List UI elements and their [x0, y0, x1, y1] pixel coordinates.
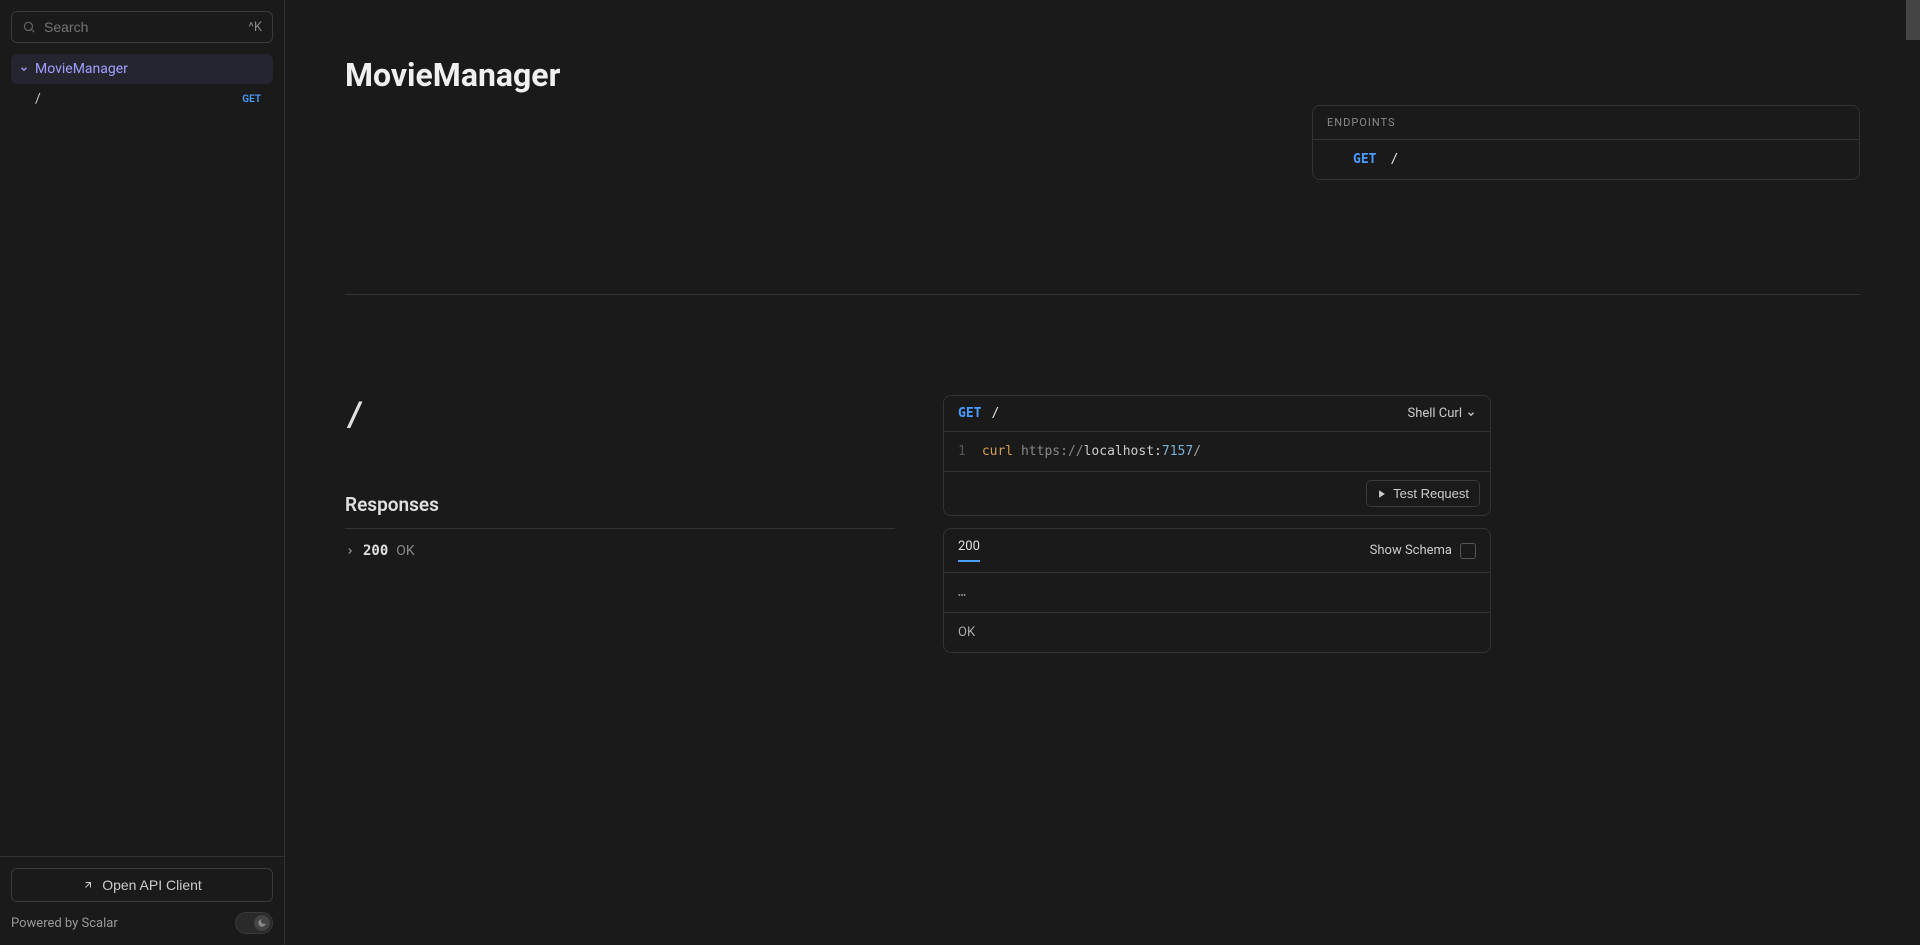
nav-group-label: MovieManager — [35, 61, 128, 77]
nav-item-label: / — [35, 91, 41, 107]
endpoints-row[interactable]: GET / — [1313, 140, 1859, 179]
scrollbar-thumb[interactable] — [1906, 0, 1920, 40]
nav-item[interactable]: / GET — [11, 84, 273, 114]
search-input[interactable] — [44, 19, 240, 35]
chevron-down-icon — [1466, 409, 1476, 419]
endpoint-method: GET — [1353, 152, 1376, 167]
response-footer: OK — [944, 613, 1490, 652]
client-select[interactable]: Shell Curl — [1407, 406, 1476, 421]
search-icon — [22, 20, 36, 34]
response-code: 200 — [363, 543, 388, 559]
method-badge: GET — [242, 94, 261, 105]
api-client-label: Open API Client — [102, 877, 202, 893]
test-request-label: Test Request — [1393, 486, 1469, 501]
request-header: GET / Shell Curl — [944, 396, 1490, 432]
schema-checkbox[interactable] — [1460, 543, 1476, 559]
page-title: MovieManager — [345, 56, 1860, 94]
open-api-client-button[interactable]: Open API Client — [11, 868, 273, 902]
test-row: Test Request — [944, 471, 1490, 515]
endpoint-path: / — [1390, 152, 1398, 167]
endpoint-path-heading: / — [345, 395, 895, 433]
response-card-header: 200 Show Schema — [944, 529, 1490, 573]
endpoints-header: ENDPOINTS — [1313, 106, 1859, 140]
external-link-icon — [82, 879, 94, 891]
sidebar: ^K MovieManager / GET Open API Client Po… — [0, 0, 285, 945]
play-icon — [1377, 489, 1387, 499]
test-request-button[interactable]: Test Request — [1366, 480, 1480, 507]
status-tab[interactable]: 200 — [958, 539, 980, 562]
response-row[interactable]: 200 OK — [345, 543, 895, 559]
request-method: GET — [958, 406, 981, 421]
responses-divider — [345, 528, 895, 529]
search-shortcut: ^K — [248, 20, 262, 35]
endpoint-left: / Responses 200 OK — [345, 395, 895, 653]
powered-row: Powered by Scalar — [11, 912, 273, 934]
moon-icon — [257, 918, 267, 928]
client-label: Shell Curl — [1407, 406, 1462, 421]
request-card: GET / Shell Curl 1 curl h — [943, 395, 1491, 516]
responses-title: Responses — [345, 493, 895, 516]
response-label: OK — [396, 543, 414, 559]
request-header-left: GET / — [958, 406, 999, 421]
powered-by-text: Powered by Scalar — [11, 916, 118, 931]
response-body: … — [944, 573, 1490, 613]
request-path: / — [991, 406, 999, 421]
response-card: 200 Show Schema … OK — [943, 528, 1491, 653]
line-number: 1 — [958, 444, 966, 459]
code-line: curl https://localhost:7157/ — [982, 444, 1201, 459]
nav-group[interactable]: MovieManager — [11, 54, 273, 84]
chevron-down-icon — [19, 64, 29, 74]
chevron-right-icon — [345, 546, 355, 556]
endpoints-card: ENDPOINTS GET / — [1312, 105, 1860, 180]
schema-label: Show Schema — [1370, 543, 1452, 558]
endpoint-section: / Responses 200 OK GET / Shell C — [345, 395, 1860, 653]
theme-toggle[interactable] — [235, 912, 273, 934]
toggle-knob — [254, 915, 270, 931]
scrollbar[interactable] — [1906, 0, 1920, 945]
endpoint-right: GET / Shell Curl 1 curl h — [943, 395, 1491, 653]
sidebar-footer: Open API Client Powered by Scalar — [0, 856, 284, 945]
code-block: 1 curl https://localhost:7157/ — [944, 432, 1490, 471]
show-schema-toggle[interactable]: Show Schema — [1370, 543, 1476, 559]
main-content: MovieManager ENDPOINTS GET / / Responses… — [285, 0, 1920, 945]
nav-section: MovieManager / GET — [0, 54, 284, 856]
search-container: ^K — [0, 0, 284, 54]
search-box[interactable]: ^K — [11, 11, 273, 43]
section-divider — [345, 294, 1860, 295]
